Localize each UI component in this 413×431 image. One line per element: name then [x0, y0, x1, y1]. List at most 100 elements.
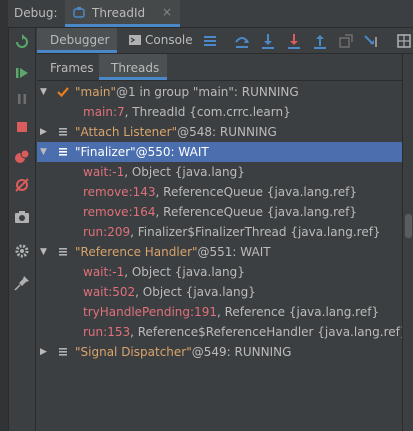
thread-row[interactable]: ▶ "Attach Listener"@548: RUNNING — [37, 122, 402, 142]
tab-label: ThreadId — [92, 6, 146, 20]
frame-location: , Object {java.lang} — [135, 285, 256, 299]
thread-row[interactable]: ▶ "Signal Dispatcher"@549: RUNNING — [37, 342, 402, 362]
tab-frames[interactable]: Frames — [37, 54, 99, 80]
frame-location: , Reference$ReferenceHandler {java.lang.… — [130, 325, 408, 339]
thread-row[interactable]: ▼ "Finalizer"@550: WAIT — [37, 142, 402, 162]
camera-icon[interactable] — [13, 208, 31, 226]
frame-location: , Object {java.lang} — [124, 165, 245, 179]
tab-frames-label: Frames — [50, 61, 94, 75]
tab-debugger-label: Debugger — [50, 33, 110, 47]
settings-gear-icon[interactable] — [13, 242, 31, 260]
stack-frame-label: wait:-1, Object {java.lang} — [83, 262, 245, 282]
tab-console-label: Console — [145, 33, 193, 47]
tab-threadid[interactable]: ThreadId × — [65, 0, 180, 27]
stack-frame-row[interactable]: tryHandlePending:191, Reference {java.la… — [37, 302, 402, 322]
mute-breakpoints-icon[interactable] — [13, 176, 31, 194]
tab-debugger[interactable]: Debugger — [37, 28, 117, 53]
frame-location: , ReferenceQueue {java.lang.ref} — [155, 185, 358, 199]
thread-label: "Finalizer"@550: WAIT — [75, 142, 209, 162]
thread-name: "Finalizer" — [75, 145, 136, 159]
stack-frame-label: tryHandlePending:191, Reference {java.la… — [83, 302, 379, 322]
frame-method: main:7 — [83, 105, 125, 119]
frame-method: remove:164 — [83, 205, 156, 219]
thread-row[interactable]: ▼ "Reference Handler"@551: WAIT — [37, 242, 402, 262]
thread-label: "Reference Handler"@551: WAIT — [75, 242, 271, 262]
rerun-icon[interactable] — [13, 33, 31, 51]
thread-name: "main" — [75, 85, 117, 99]
collapse-arrow-icon[interactable]: ▶ — [40, 122, 50, 142]
frame-method: tryHandlePending:191 — [83, 305, 217, 319]
frame-method: remove:143 — [83, 185, 156, 199]
frames-threads-tabs: Frames Threads — [37, 54, 413, 81]
stack-frame-label: wait:502, Object {java.lang} — [83, 282, 256, 302]
step-over-icon[interactable] — [233, 32, 251, 50]
frame-location: , Reference {java.lang.ref} — [216, 305, 380, 319]
stack-frame-row[interactable]: run:153, Reference$ReferenceHandler {jav… — [37, 322, 408, 342]
expand-arrow-icon[interactable]: ▼ — [40, 82, 50, 102]
frame-location: , Object {java.lang} — [124, 265, 245, 279]
resume-icon[interactable] — [13, 64, 31, 82]
stack-frame-label: remove:143, ReferenceQueue {java.lang.re… — [83, 182, 357, 202]
frame-location: , Finalizer$FinalizerThread {java.lang.r… — [130, 225, 381, 239]
thread-state: @551: WAIT — [197, 245, 271, 259]
frame-method: run:153 — [83, 325, 131, 339]
thread-state: @1 in group "main": RUNNING — [116, 85, 299, 99]
stack-frame-row[interactable]: main:7, ThreadId {com.crrc.learn} — [37, 102, 402, 122]
frame-method: run:209 — [83, 225, 131, 239]
debug-bug-icon — [73, 7, 85, 18]
scrollbar[interactable] — [402, 54, 413, 431]
debug-label: Debug: — [14, 6, 58, 20]
thread-name: "Attach Listener" — [75, 125, 178, 139]
thread-label: "main"@1 in group "main": RUNNING — [75, 82, 299, 102]
frame-method: wait:502 — [83, 285, 136, 299]
tab-threads[interactable]: Threads — [99, 54, 167, 80]
evaluate-expression-icon[interactable] — [395, 32, 413, 50]
stack-frame-label: run:153, Reference$ReferenceHandler {jav… — [83, 322, 408, 342]
thread-state: @548: RUNNING — [177, 125, 277, 139]
collapse-arrow-icon[interactable]: ▶ — [40, 342, 50, 362]
thread-label: "Signal Dispatcher"@549: RUNNING — [75, 342, 291, 362]
thread-row[interactable]: ▼ "main"@1 in group "main": RUNNING — [37, 82, 402, 102]
step-into-icon[interactable] — [259, 32, 277, 50]
frame-location: , ReferenceQueue {java.lang.ref} — [155, 205, 358, 219]
thread-icon — [59, 128, 67, 136]
thread-name: "Reference Handler" — [75, 245, 198, 259]
force-step-into-icon[interactable] — [285, 32, 303, 50]
stop-icon[interactable] — [13, 118, 31, 136]
thread-state: @549: RUNNING — [191, 345, 292, 359]
scrollbar-thumb[interactable] — [405, 214, 412, 238]
stack-frame-label: run:209, Finalizer$FinalizerThread {java… — [83, 222, 381, 242]
view-breakpoints-icon[interactable] — [13, 148, 31, 166]
tab-console[interactable]: Console — [123, 28, 195, 53]
console-icon — [129, 35, 141, 45]
stack-frame-label: main:7, ThreadId {com.crrc.learn} — [83, 102, 291, 122]
debug-tool-window-header: Debug: ThreadId × — [8, 0, 413, 28]
running-check-icon — [57, 87, 69, 98]
show-execution-point-icon[interactable] — [201, 32, 219, 50]
tab-threads-label: Threads — [111, 61, 160, 75]
step-out-icon[interactable] — [311, 32, 329, 50]
run-to-cursor-icon[interactable] — [363, 32, 381, 50]
stack-frame-row[interactable]: wait:-1, Object {java.lang} — [37, 262, 402, 282]
expand-arrow-icon[interactable]: ▼ — [40, 242, 50, 262]
threads-tree: ▼ "main"@1 in group "main": RUNNING main:7… — [37, 82, 408, 431]
stack-frame-row[interactable]: remove:143, ReferenceQueue {java.lang.re… — [37, 182, 402, 202]
expand-arrow-icon[interactable]: ▼ — [40, 142, 50, 162]
thread-label: "Attach Listener"@548: RUNNING — [75, 122, 277, 142]
close-icon[interactable]: × — [162, 5, 172, 19]
stack-frame-row[interactable]: run:209, Finalizer$FinalizerThread {java… — [37, 222, 402, 242]
thread-icon — [59, 348, 67, 356]
frame-method: wait:-1 — [83, 165, 125, 179]
stack-frame-row[interactable]: wait:-1, Object {java.lang} — [37, 162, 402, 182]
pin-icon[interactable] — [13, 274, 31, 292]
thread-name: "Signal Dispatcher" — [75, 345, 192, 359]
thread-state: @550: WAIT — [135, 145, 209, 159]
stack-frame-label: remove:164, ReferenceQueue {java.lang.re… — [83, 202, 357, 222]
drop-frame-icon[interactable] — [337, 32, 355, 50]
stack-frame-label: wait:-1, Object {java.lang} — [83, 162, 245, 182]
debug-actions-column — [8, 28, 36, 431]
stack-frame-row[interactable]: remove:164, ReferenceQueue {java.lang.re… — [37, 202, 402, 222]
thread-icon — [59, 148, 67, 156]
pause-icon[interactable] — [13, 90, 31, 108]
stack-frame-row[interactable]: wait:502, Object {java.lang} — [37, 282, 402, 302]
